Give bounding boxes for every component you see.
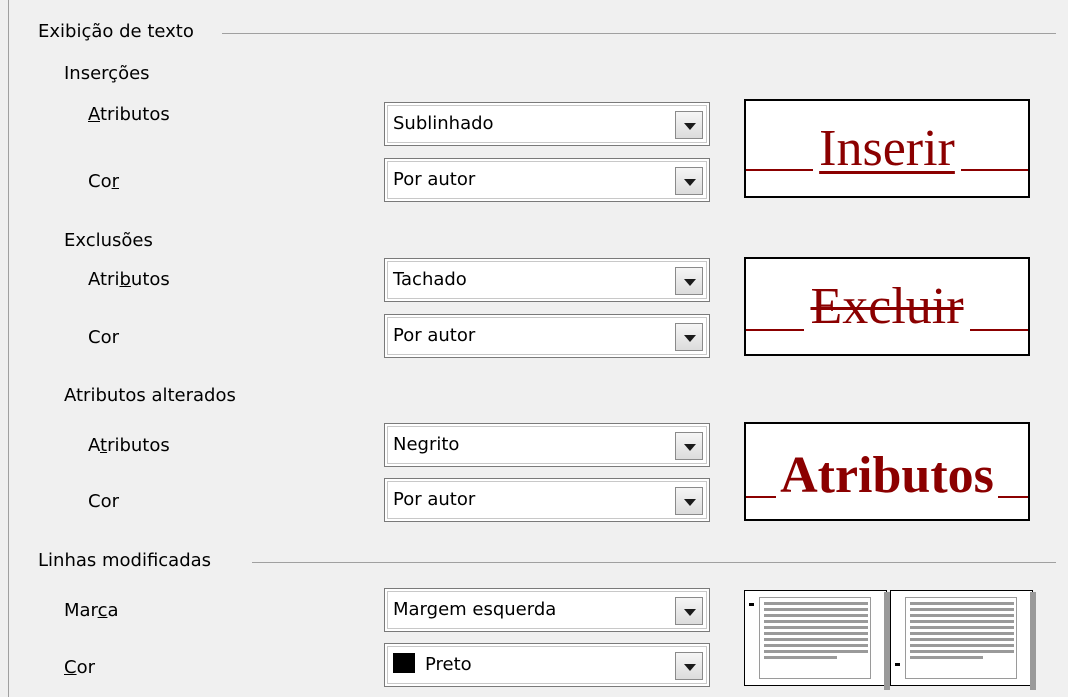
changed-lines-color-dropdown-button[interactable] bbox=[675, 652, 703, 680]
changed-lines-color-value: Preto bbox=[393, 653, 472, 677]
text-display-separator bbox=[222, 33, 1056, 34]
changed-lines-color-text: Preto bbox=[425, 654, 472, 675]
chevron-down-icon bbox=[684, 179, 696, 186]
insertions-color-label: Cor bbox=[88, 171, 119, 192]
preview-page-right bbox=[890, 590, 1033, 686]
insertions-preview: Inserir bbox=[744, 99, 1030, 198]
insertions-attributes-dropdown-button[interactable] bbox=[675, 111, 703, 139]
chevron-down-icon bbox=[684, 499, 696, 506]
insertions-color-value: Por autor bbox=[393, 169, 476, 190]
chevron-down-icon bbox=[684, 609, 696, 616]
insertions-attributes-value: Sublinhado bbox=[393, 113, 494, 134]
color-swatch bbox=[393, 653, 415, 673]
left-border bbox=[8, 0, 9, 697]
changed-attributes-color-combo[interactable]: Por autor bbox=[384, 478, 710, 522]
deletions-color-value: Por autor bbox=[393, 325, 476, 346]
changed-attributes-attributes-combo[interactable]: Negrito bbox=[384, 423, 710, 467]
changed-lines-color-label: Cor bbox=[64, 657, 95, 678]
change-mark-left bbox=[749, 603, 754, 606]
deletions-color-dropdown-button[interactable] bbox=[675, 323, 703, 351]
deletions-attributes-dropdown-button[interactable] bbox=[675, 267, 703, 295]
preview-page-left bbox=[744, 590, 887, 686]
insertions-attributes-label: Atributos bbox=[88, 104, 170, 125]
changed-attributes-preview: Atributos bbox=[744, 422, 1030, 521]
changed-attributes-preview-text: Atributos bbox=[746, 446, 1028, 505]
text-lines bbox=[764, 602, 868, 662]
deletions-preview-text: Excluir bbox=[746, 277, 1028, 336]
changed-attributes-color-label: Cor bbox=[88, 491, 119, 512]
mark-value: Margem esquerda bbox=[393, 599, 557, 620]
changed-attributes-title: Atributos alterados bbox=[64, 385, 236, 406]
insertions-color-dropdown-button[interactable] bbox=[675, 167, 703, 195]
mark-dropdown-button[interactable] bbox=[675, 597, 703, 625]
chevron-down-icon bbox=[684, 444, 696, 451]
chevron-down-icon bbox=[684, 335, 696, 342]
changed-attributes-color-value: Por autor bbox=[393, 489, 476, 510]
changed-lines-title: Linhas modificadas bbox=[38, 550, 212, 571]
changed-attributes-color-dropdown-button[interactable] bbox=[675, 487, 703, 515]
text-lines bbox=[910, 602, 1014, 662]
deletions-attributes-combo[interactable]: Tachado bbox=[384, 258, 710, 302]
insertions-attributes-combo[interactable]: Sublinhado bbox=[384, 102, 710, 146]
change-mark-right bbox=[895, 663, 900, 666]
text-display-title: Exibição de texto bbox=[38, 21, 194, 42]
chevron-down-icon bbox=[684, 279, 696, 286]
insertions-color-combo[interactable]: Por autor bbox=[384, 158, 710, 202]
deletions-attributes-value: Tachado bbox=[393, 269, 467, 290]
chevron-down-icon bbox=[684, 123, 696, 130]
deletions-title: Exclusões bbox=[64, 230, 153, 251]
deletions-attributes-label: Atributos bbox=[88, 269, 170, 290]
changed-attributes-attributes-value: Negrito bbox=[393, 434, 460, 455]
changed-lines-color-combo[interactable]: Preto bbox=[384, 643, 710, 687]
changed-lines-separator bbox=[252, 562, 1056, 563]
mark-combo[interactable]: Margem esquerda bbox=[384, 588, 710, 632]
deletions-preview: Excluir bbox=[744, 257, 1030, 356]
insertions-title: Inserções bbox=[64, 63, 150, 84]
insertions-preview-text: Inserir bbox=[746, 119, 1028, 178]
changed-lines-preview bbox=[744, 588, 1040, 690]
mark-label: Marca bbox=[64, 600, 119, 621]
page-shadow bbox=[1030, 592, 1036, 690]
chevron-down-icon bbox=[684, 664, 696, 671]
deletions-color-combo[interactable]: Por autor bbox=[384, 314, 710, 358]
deletions-color-label: Cor bbox=[88, 327, 119, 348]
changed-attributes-attributes-label: Atributos bbox=[88, 435, 170, 456]
page-shadow bbox=[884, 592, 890, 690]
changed-attributes-attributes-dropdown-button[interactable] bbox=[675, 432, 703, 460]
